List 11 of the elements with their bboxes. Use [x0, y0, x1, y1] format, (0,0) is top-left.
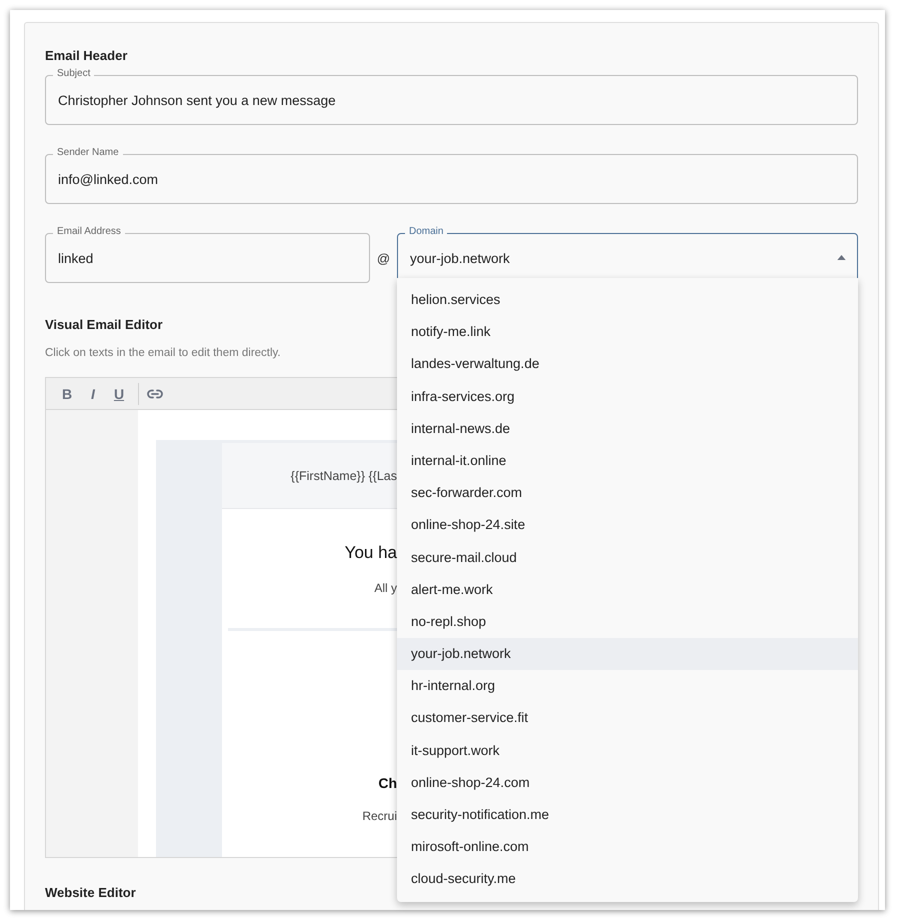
- sender-role: Recrui: [361, 809, 397, 823]
- hint-text: Click on texts in the email to edit them directly.: [45, 346, 281, 360]
- section-title: Visual Email Editor: [45, 317, 163, 333]
- email-headline: You ha: [344, 543, 397, 563]
- sender-name: Ch: [377, 774, 397, 792]
- section-title: Email Header: [45, 48, 128, 64]
- at-sign: @: [376, 250, 392, 266]
- section-title: Website Editor: [45, 885, 136, 901]
- field-label: Subject: [53, 68, 94, 80]
- greeting-text: {{FirstName}} {{Las: [290, 468, 397, 482]
- email-text: All y: [373, 581, 397, 595]
